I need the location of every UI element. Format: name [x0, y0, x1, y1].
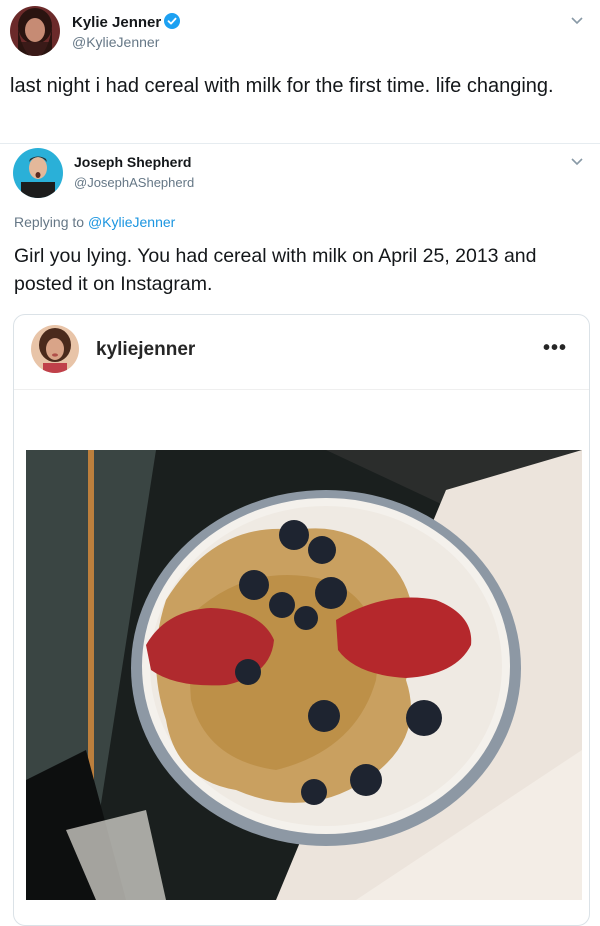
kylie-avatar[interactable]	[10, 6, 60, 56]
instagram-username[interactable]: kyliejenner	[96, 339, 195, 361]
instagram-header: kyliejenner •••	[14, 315, 589, 390]
reply-tweet: Joseph Shepherd @JosephAShepherd Replyin…	[0, 144, 600, 926]
replying-to-link[interactable]: @KylieJenner	[88, 214, 175, 230]
author-handle[interactable]: @KylieJenner	[72, 34, 159, 50]
author-name-text: Kylie Jenner	[72, 14, 162, 31]
chevron-down-icon[interactable]	[570, 157, 584, 167]
replying-to-prefix: Replying to	[14, 214, 88, 230]
replying-to: Replying to @KylieJenner	[14, 214, 175, 230]
more-options-icon[interactable]: •••	[543, 337, 567, 360]
reply-author-handle[interactable]: @JosephAShepherd	[74, 175, 194, 190]
cereal-photo	[26, 450, 582, 900]
author-name[interactable]: Kylie Jenner	[72, 13, 181, 31]
verified-badge-icon	[164, 13, 181, 29]
reply-author-name[interactable]: Joseph Shepherd	[74, 154, 191, 170]
instagram-avatar[interactable]	[31, 325, 79, 373]
tweet-text: last night i had cereal with milk for th…	[10, 75, 554, 97]
original-tweet: Kylie Jenner @KylieJenner last night i h…	[0, 0, 600, 144]
chevron-down-icon[interactable]	[570, 16, 584, 26]
joseph-avatar[interactable]	[13, 148, 63, 198]
reply-text: Girl you lying. You had cereal with milk…	[14, 245, 537, 295]
